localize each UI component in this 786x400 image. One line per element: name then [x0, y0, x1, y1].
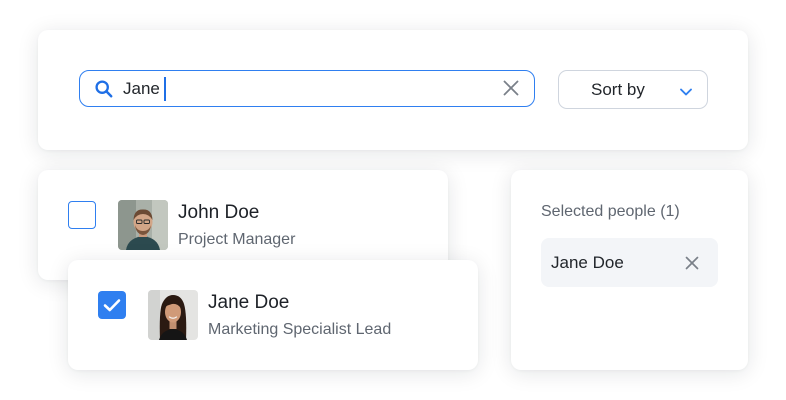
selected-person-name: Jane Doe [551, 253, 624, 272]
avatar [118, 200, 168, 250]
person-name: Jane Doe [208, 292, 290, 313]
select-checkbox-john-doe[interactable] [68, 201, 96, 229]
person-role: Marketing Specialist Lead [208, 321, 392, 338]
search-input[interactable]: Jane [79, 70, 535, 107]
selected-people-title: Selected people (1) [541, 203, 680, 220]
selected-people-panel: Selected people (1) Jane Doe [511, 170, 748, 370]
person-name: John Doe [178, 202, 260, 223]
search-text: Jane [123, 78, 160, 98]
selected-person-chip: Jane Doe [541, 238, 718, 287]
search-value: Jane [123, 76, 166, 101]
avatar [148, 290, 198, 340]
close-icon[interactable] [502, 79, 520, 97]
sort-by-label: Sort by [591, 79, 645, 99]
person-card-jane-doe[interactable]: Jane Doe Marketing Specialist Lead [68, 260, 478, 370]
close-icon[interactable] [684, 255, 700, 271]
checkmark-icon [103, 299, 121, 312]
sort-by-select[interactable]: Sort by [558, 70, 708, 109]
search-icon [94, 79, 114, 99]
chevron-down-icon [679, 84, 693, 96]
text-cursor [163, 76, 166, 101]
person-role: Project Manager [178, 231, 296, 248]
search-panel: Jane Sort by [38, 30, 748, 150]
select-checkbox-jane-doe[interactable] [98, 291, 126, 319]
